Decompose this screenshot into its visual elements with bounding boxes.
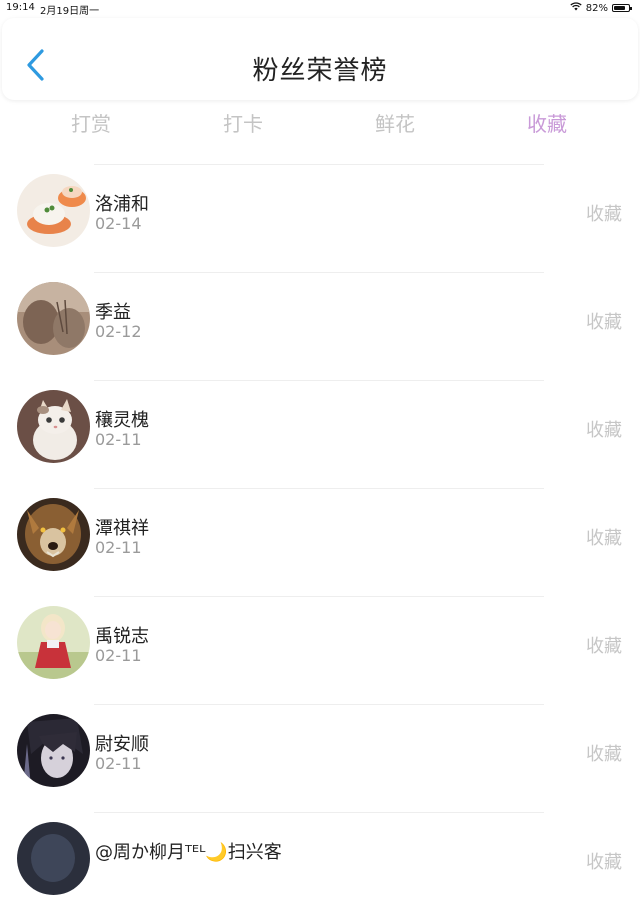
fan-date: 02-12 bbox=[95, 322, 142, 341]
fan-name: 穰灵槐 bbox=[95, 410, 149, 431]
divider bbox=[94, 380, 544, 381]
avatar bbox=[17, 822, 90, 895]
fan-name: @周か柳月ᵀᴱᴸ🌙扫兴客 bbox=[95, 842, 282, 863]
fan-name: 禹锐志 bbox=[95, 626, 149, 647]
collect-label: 收藏 bbox=[586, 528, 622, 549]
list-item[interactable]: 洛浦和 02-14 收藏 bbox=[0, 164, 640, 272]
collect-label: 收藏 bbox=[586, 204, 622, 225]
collect-label: 收藏 bbox=[586, 852, 622, 873]
status-bar: 19:14 2月19日周一 82% bbox=[0, 0, 640, 17]
list-item[interactable]: 禹锐志 02-11 收藏 bbox=[0, 596, 640, 704]
avatar bbox=[17, 282, 90, 355]
battery-icon bbox=[612, 4, 632, 12]
divider bbox=[94, 488, 544, 489]
tab-favorites[interactable]: 收藏 bbox=[497, 108, 597, 137]
fan-name: 洛浦和 bbox=[95, 194, 149, 215]
header: 粉丝荣誉榜 bbox=[2, 18, 638, 100]
list-item[interactable]: 潭祺祥 02-11 收藏 bbox=[0, 488, 640, 596]
fan-date: 02-11 bbox=[95, 538, 142, 557]
divider bbox=[94, 272, 544, 273]
avatar bbox=[17, 606, 90, 679]
list-item[interactable]: 穰灵槐 02-11 收藏 bbox=[0, 380, 640, 488]
avatar bbox=[17, 714, 90, 787]
divider bbox=[94, 164, 544, 165]
status-date: 2月19日周一 bbox=[40, 6, 100, 17]
fan-name: 季益 bbox=[95, 302, 131, 323]
list-item[interactable]: 尉安顺 02-11 收藏 bbox=[0, 704, 640, 812]
page-title: 粉丝荣誉榜 bbox=[252, 56, 388, 86]
fan-date: 02-11 bbox=[95, 646, 142, 665]
divider bbox=[94, 812, 544, 813]
status-time: 19:14 bbox=[6, 2, 35, 13]
collect-label: 收藏 bbox=[586, 636, 622, 657]
collect-label: 收藏 bbox=[586, 312, 622, 333]
fan-name: 潭祺祥 bbox=[95, 518, 149, 539]
divider bbox=[94, 596, 544, 597]
tab-tip[interactable]: 打赏 bbox=[41, 108, 141, 137]
battery-percent: 82% bbox=[585, 2, 608, 14]
fan-list: 洛浦和 02-14 收藏 季益 02-12 收藏 穰灵槐 02-11 收藏 潭祺… bbox=[0, 164, 640, 920]
divider bbox=[94, 704, 544, 705]
tab-checkin[interactable]: 打卡 bbox=[193, 108, 293, 137]
fan-name: 尉安顺 bbox=[95, 734, 149, 755]
tab-flowers[interactable]: 鲜花 bbox=[345, 108, 445, 137]
fan-date: 02-11 bbox=[95, 754, 142, 773]
fan-date: 02-14 bbox=[95, 214, 142, 233]
list-item[interactable]: 季益 02-12 收藏 bbox=[0, 272, 640, 380]
avatar bbox=[17, 498, 90, 571]
collect-label: 收藏 bbox=[586, 744, 622, 765]
avatar bbox=[17, 390, 90, 463]
fan-date: 02-11 bbox=[95, 430, 142, 449]
collect-label: 收藏 bbox=[586, 420, 622, 441]
status-right: 82% bbox=[570, 2, 632, 14]
tab-bar: 打赏 打卡 鲜花 收藏 bbox=[0, 104, 640, 140]
avatar bbox=[17, 174, 90, 247]
wifi-icon bbox=[570, 2, 582, 14]
list-item[interactable]: @周か柳月ᵀᴱᴸ🌙扫兴客 收藏 bbox=[0, 812, 640, 920]
